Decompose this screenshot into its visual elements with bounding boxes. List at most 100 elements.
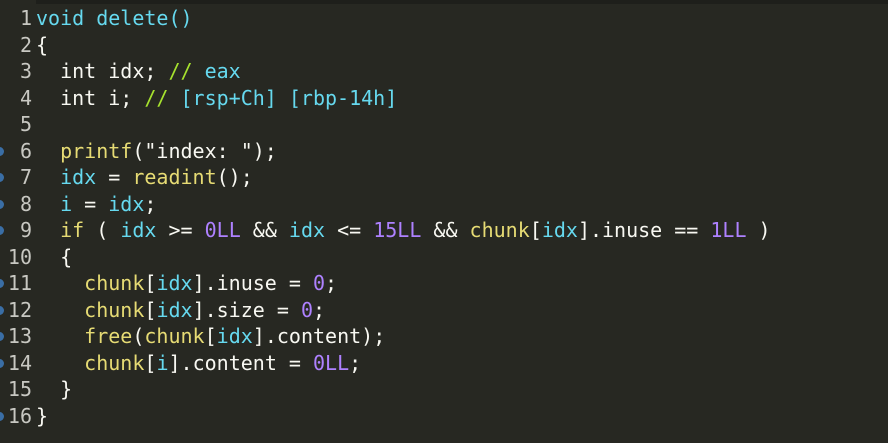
code-token: 1LL [710,218,747,242]
code-line[interactable]: 14 chunk[i].content = 0LL; [0,350,361,377]
code-token: eax [192,59,241,83]
line-number: 7 [19,165,32,189]
code-token: // [144,85,169,110]
code-text: } [36,403,48,430]
code-token: i [156,350,169,375]
code-token: idx [120,218,157,242]
code-line[interactable]: 16} [0,403,48,430]
code-token: ].size = [192,297,301,322]
code-token: idx [156,297,193,322]
code-token: free [84,324,133,348]
code-line[interactable]: 11 chunk[idx].inuse = 0; [0,270,337,297]
code-token: 0LL [312,350,350,375]
code-token: int i; [36,85,145,110]
code-line[interactable]: 4 int i; // [rsp+Ch] [rbp-14h] [0,85,397,112]
code-token: chunk [469,218,530,242]
code-text: void delete() [36,5,193,32]
code-token: ; [349,350,362,375]
code-line[interactable]: 10 { [0,244,72,271]
code-token: ) [746,218,771,242]
code-token: // [168,59,193,83]
code-text: i = idx; [36,191,156,218]
code-token: chunk [84,271,145,295]
code-token: } [36,403,49,428]
code-token: [ [144,350,157,375]
code-editor[interactable]: 1 void delete() 2{3 int idx; // eax 4 int i… [0,0,888,443]
code-text: { [36,244,72,271]
line-number: 13 [7,324,32,348]
code-line[interactable]: 3 int idx; // eax [0,58,241,85]
code-token: [ [144,297,157,322]
line-number: 9 [19,218,32,242]
line-number: 3 [19,59,32,83]
code-token: { [36,244,73,269]
code-text: chunk[idx].inuse = 0; [36,270,337,297]
code-token: ].inuse = [192,271,313,295]
code-token: ].content); [252,324,386,348]
code-token: 0LL [204,218,241,242]
code-token: = [72,191,109,216]
code-text: int i; // [rsp+Ch] [rbp-14h] [36,85,397,112]
code-token: readint [132,165,217,189]
code-token: (); [216,165,253,189]
line-number: 15 [7,377,32,401]
code-token: chunk [144,324,205,348]
line-number: 5 [19,112,32,136]
code-line[interactable]: 8 i = idx; [0,191,156,218]
code-token: idx [216,324,253,348]
code-token: idx [156,271,193,295]
code-token: [rsp+Ch] [rbp-14h] [168,85,398,110]
tab-bar [0,0,888,4]
line-number: 8 [19,191,32,216]
code-token: && [240,218,289,242]
code-token: 0 [300,297,313,322]
code-token: ; [144,191,157,216]
code-token: idx [288,218,326,242]
code-line[interactable]: 7 idx = readint(); [0,164,253,191]
code-token: [ [204,324,217,348]
code-line[interactable]: 13 free(chunk[idx].content); [0,323,385,350]
line-number: 4 [19,85,32,110]
code-token: ("index: "); [132,138,277,163]
code-line[interactable]: 2{ [0,32,48,59]
code-token: ].inuse == [577,218,711,242]
code-token: chunk [84,350,145,375]
code-line[interactable]: 5 [0,111,36,138]
code-token: >= [156,218,205,242]
code-token: ].content = [168,350,313,375]
code-token: () [168,6,193,30]
code-token: = [96,165,133,189]
line-number: 16 [7,403,32,428]
code-text: if ( idx >= 0LL && idx <= 15LL && chunk[… [36,217,771,244]
code-token: int idx; [36,59,169,83]
code-token: ; [325,271,338,295]
line-number: 10 [7,244,32,269]
code-token: idx [541,218,578,242]
code-text: } [36,376,72,403]
code-token: 0 [312,271,326,295]
code-line[interactable]: 15 } [0,376,72,403]
line-number: 1 [19,6,32,30]
code-text: idx = readint(); [36,164,253,191]
code-line[interactable]: 12 chunk[idx].size = 0; [0,297,325,324]
code-token: ( [132,324,145,348]
code-token: <= [325,218,374,242]
code-line[interactable]: 9 if ( idx >= 0LL && idx <= 15LL && chun… [0,217,771,244]
code-token: && [421,218,470,242]
code-text: free(chunk[idx].content); [36,323,385,350]
code-token: ( [84,218,121,242]
code-line[interactable]: 1 void delete() [0,5,193,32]
code-token: ; [312,297,326,322]
code-token: [ [529,218,542,242]
code-line[interactable]: 6 printf("index: "); [0,138,277,165]
code-text: chunk[idx].size = 0; [36,297,325,324]
